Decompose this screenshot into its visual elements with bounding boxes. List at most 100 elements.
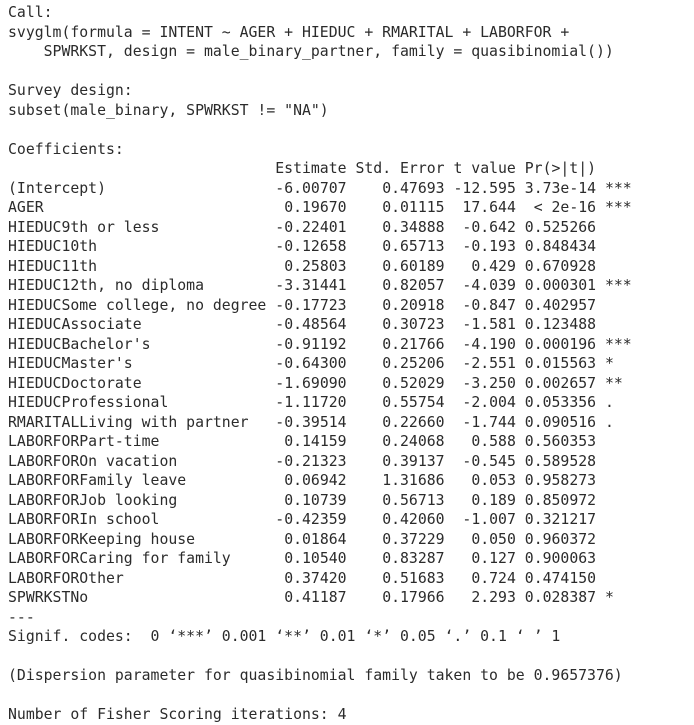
significance-stars: ***	[604, 199, 632, 216]
r-console-output: Call: svyglm(formula = INTENT ~ AGER + HI…	[0, 0, 694, 725]
coefficient-estimate: -0.39514	[275, 413, 347, 431]
coefficient-row: LABORFORKeeping house 0.01864 0.37229 0.…	[8, 530, 694, 550]
coefficient-t-value: 17.644	[453, 199, 516, 216]
coefficient-term: LABORFORKeeping house	[8, 530, 267, 548]
call-header: Call:	[8, 4, 53, 21]
coefficient-row: RMARITALLiving with partner -0.39514 0.2…	[8, 413, 694, 433]
coefficient-std-error: 0.42060	[355, 511, 445, 528]
coefficient-estimate: -3.31441	[275, 277, 347, 294]
coefficient-std-error: 0.39137	[355, 452, 445, 470]
coefficient-p-value: 0.589528	[524, 452, 597, 470]
col-header-std-error: Std. Error	[355, 160, 445, 177]
call-line-1: svyglm(formula = INTENT ~ AGER + HIEDUC …	[8, 23, 570, 41]
coefficient-t-value: 0.053	[453, 472, 516, 489]
coefficient-std-error: 0.25206	[355, 355, 445, 372]
coefficient-std-error: 0.37229	[355, 530, 445, 548]
coefficient-std-error: 0.01115	[355, 199, 445, 216]
coefficient-std-error: 0.17966	[355, 589, 445, 606]
coefficient-estimate: -0.12658	[275, 238, 347, 255]
coefficient-std-error: 0.21766	[355, 335, 445, 353]
coefficient-estimate: 0.06942	[275, 472, 347, 489]
col-header-t-value: t value	[453, 160, 516, 177]
coefficient-term: LABORFOROther	[8, 569, 267, 587]
coefficient-std-error: 0.52029	[355, 374, 445, 392]
coefficient-row: HIEDUCDoctorate -1.69090 0.52029 -3.250 …	[8, 374, 694, 394]
significance-stars: ***	[604, 335, 632, 353]
coefficient-t-value: -0.545	[453, 452, 516, 470]
coefficient-t-value: 0.189	[453, 491, 516, 509]
coefficient-std-error: 0.82057	[355, 277, 445, 294]
coefficient-p-value: 0.560353	[524, 433, 597, 450]
coefficient-term: RMARITALLiving with partner	[8, 413, 267, 431]
col-header-estimate: Estimate	[275, 160, 347, 177]
coefficient-estimate: 0.10739	[275, 491, 347, 509]
coefficient-estimate: -0.64300	[275, 355, 347, 372]
survey-design-header: Survey design:	[8, 82, 133, 99]
coefficient-std-error: 0.83287	[355, 550, 445, 567]
coefficient-estimate: -0.22401	[275, 218, 347, 236]
coefficient-p-value: 0.000196	[524, 335, 597, 353]
significance-stars: .	[604, 394, 614, 411]
coefficient-row: HIEDUC10th -0.12658 0.65713 -0.193 0.848…	[8, 237, 694, 257]
coefficient-t-value: -2.004	[453, 394, 516, 411]
coefficient-t-value: 0.127	[453, 550, 516, 567]
coefficient-p-value: 0.028387	[524, 589, 597, 606]
coefficient-p-value: 0.850972	[524, 491, 597, 509]
coefficient-p-value: 0.002657	[524, 374, 597, 392]
coefficient-term: HIEDUCBachelor's	[8, 335, 267, 353]
coefficient-term: HIEDUCProfessional	[8, 394, 267, 411]
coefficient-row: (Intercept) -6.00707 0.47693 -12.595 3.7…	[8, 179, 694, 199]
coefficient-p-value: 0.053356	[524, 394, 597, 411]
coefficient-std-error: 0.65713	[355, 238, 445, 255]
coefficient-p-value: 0.000301	[524, 277, 597, 294]
coefficient-row: HIEDUCAssociate -0.48564 0.30723 -1.581 …	[8, 315, 694, 335]
coefficient-estimate: -1.11720	[275, 394, 347, 411]
coefficient-term: HIEDUC9th or less	[8, 218, 267, 236]
coefficient-p-value: 0.958273	[524, 472, 597, 489]
coefficient-t-value: -1.744	[453, 413, 516, 431]
call-line-2: SPWRKST, design = male_binary_partner, f…	[8, 43, 614, 60]
significance-stars: ***	[604, 179, 632, 197]
coefficient-row: LABORFORCaring for family 0.10540 0.8328…	[8, 549, 694, 569]
coefficient-std-error: 0.22660	[355, 413, 445, 431]
coefficient-t-value: -12.595	[453, 179, 516, 197]
separator: ---	[8, 608, 35, 626]
coefficient-term: LABORFORIn school	[8, 511, 267, 528]
coefficient-estimate: -0.48564	[275, 316, 347, 333]
col-pad	[8, 160, 275, 177]
coefficient-row: LABORFOROn vacation -0.21323 0.39137 -0.…	[8, 452, 694, 472]
coefficient-row: HIEDUC11th 0.25803 0.60189 0.429 0.67092…	[8, 257, 694, 277]
coefficient-std-error: 0.24068	[355, 433, 445, 450]
dispersion-line: (Dispersion parameter for quasibinomial …	[8, 667, 623, 684]
coefficient-term: (Intercept)	[8, 179, 267, 197]
coefficient-row: LABORFORJob looking 0.10739 0.56713 0.18…	[8, 491, 694, 511]
coefficient-term: AGER	[8, 199, 267, 216]
coefficient-estimate: 0.25803	[275, 257, 347, 275]
coefficients-header: Coefficients:	[8, 140, 124, 158]
coefficient-t-value: 0.588	[453, 433, 516, 450]
coefficient-estimate: -0.91192	[275, 335, 347, 353]
coefficient-estimate: -1.69090	[275, 374, 347, 392]
coefficient-p-value: < 2e-16	[524, 199, 597, 216]
coefficient-row: HIEDUC9th or less -0.22401 0.34888 -0.64…	[8, 218, 694, 238]
coefficient-term: HIEDUCMaster's	[8, 355, 267, 372]
coefficient-estimate: 0.37420	[275, 569, 347, 587]
coefficient-p-value: 3.73e-14	[524, 179, 597, 197]
significance-stars: *	[604, 589, 614, 606]
coefficient-p-value: 0.321217	[524, 511, 597, 528]
coefficient-std-error: 0.20918	[355, 296, 445, 314]
coefficient-term: LABORFORCaring for family	[8, 550, 267, 567]
coefficient-t-value: -2.551	[453, 355, 516, 372]
coefficient-t-value: 2.293	[453, 589, 516, 606]
coefficient-std-error: 0.55754	[355, 394, 445, 411]
coefficient-t-value: 0.429	[453, 257, 516, 275]
coefficient-term: HIEDUC11th	[8, 257, 267, 275]
coefficient-row: SPWRKSTNo 0.41187 0.17966 2.293 0.028387…	[8, 588, 694, 608]
coefficient-row: LABORFORPart-time 0.14159 0.24068 0.588 …	[8, 432, 694, 452]
coefficient-row: LABORFORIn school -0.42359 0.42060 -1.00…	[8, 510, 694, 530]
coefficient-estimate: 0.19670	[275, 199, 347, 216]
coefficient-estimate: 0.14159	[275, 433, 347, 450]
coefficient-p-value: 0.474150	[524, 569, 597, 587]
